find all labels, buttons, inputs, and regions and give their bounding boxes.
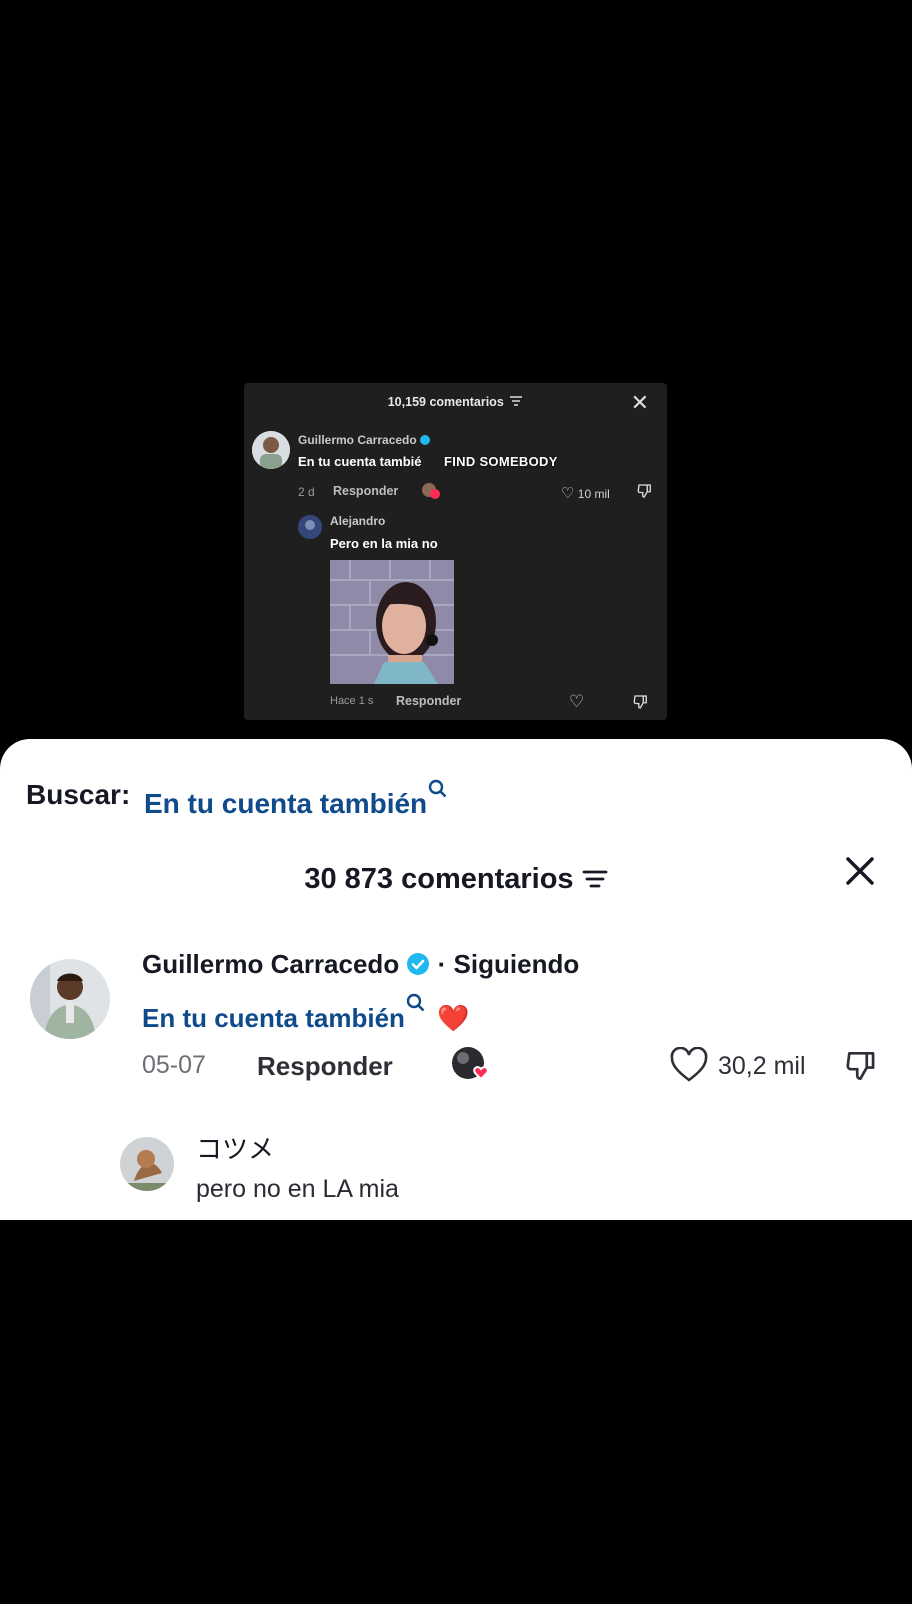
reply-button[interactable]: Responder	[257, 1051, 393, 1082]
search-term-link[interactable]: En tu cuenta también	[144, 779, 448, 820]
comment-text: En tu cuenta también ❤️	[142, 993, 470, 1034]
embedded-reply-button[interactable]: Responder	[333, 484, 398, 498]
embedded-avatar	[252, 431, 290, 469]
creator-liked-icon	[450, 1045, 494, 1090]
embedded-reply-text: Pero en la mia no	[330, 536, 438, 551]
following-label: · Siguiendo	[437, 949, 580, 979]
embedded-like-button[interactable]: ♡ 10 mil	[561, 484, 610, 502]
dislike-icon[interactable]	[842, 1047, 882, 1090]
search-icon	[428, 779, 447, 798]
embedded-comment-text: En tu cuenta tambié	[298, 454, 422, 469]
embedded-dislike-icon[interactable]	[636, 482, 654, 505]
embedded-close-icon: ✕	[630, 390, 649, 415]
reply-text: pero no en LA mia	[196, 1175, 399, 1203]
search-label: Buscar:	[26, 779, 131, 810]
embedded-reply-author: Alejandro	[330, 514, 386, 528]
reply-author[interactable]: コツメ	[196, 1129, 274, 1166]
comment-date: 05-07	[142, 1051, 206, 1079]
verified-icon	[420, 435, 431, 445]
reply-image[interactable]	[330, 560, 454, 684]
filter-icon	[510, 396, 523, 406]
embedded-screenshot: 10,159 comentarios ✕ Guillermo Carracedo…	[244, 383, 667, 720]
like-count: 30,2 mil	[718, 1052, 806, 1080]
embedded-reply-dislike-icon[interactable]	[632, 693, 650, 716]
verified-icon	[407, 953, 430, 975]
reply-avatar[interactable]	[120, 1137, 174, 1191]
embedded-reply-reply-button[interactable]: Responder	[396, 694, 461, 708]
like-icon[interactable]	[670, 1046, 708, 1088]
comment-author[interactable]: Guillermo Carracedo · Siguiendo	[142, 949, 579, 980]
embedded-reply-avatar	[298, 515, 322, 539]
heart-icon: ♡	[561, 485, 575, 502]
comments-sheet: Buscar: En tu cuenta también 30 873 come…	[0, 739, 912, 1220]
creator-liked-icon	[421, 482, 441, 505]
filter-icon[interactable]	[582, 868, 608, 890]
search-icon	[406, 993, 425, 1012]
find-somebody-overlay: FIND SOMEBODY	[444, 454, 558, 469]
embedded-reply-heart-icon[interactable]: ♡	[569, 692, 584, 712]
embedded-author: Guillermo Carracedo	[298, 433, 431, 447]
embedded-reply-time: Hace 1 s	[330, 695, 374, 707]
embedded-comment-time: 2 d	[298, 485, 315, 499]
heart-emoji: ❤️	[437, 1003, 470, 1033]
embedded-comment-count: 10,159 comentarios	[244, 395, 667, 409]
close-icon[interactable]	[840, 851, 880, 891]
avatar[interactable]	[30, 959, 110, 1039]
comment-count: 30 873 comentarios	[0, 863, 912, 896]
